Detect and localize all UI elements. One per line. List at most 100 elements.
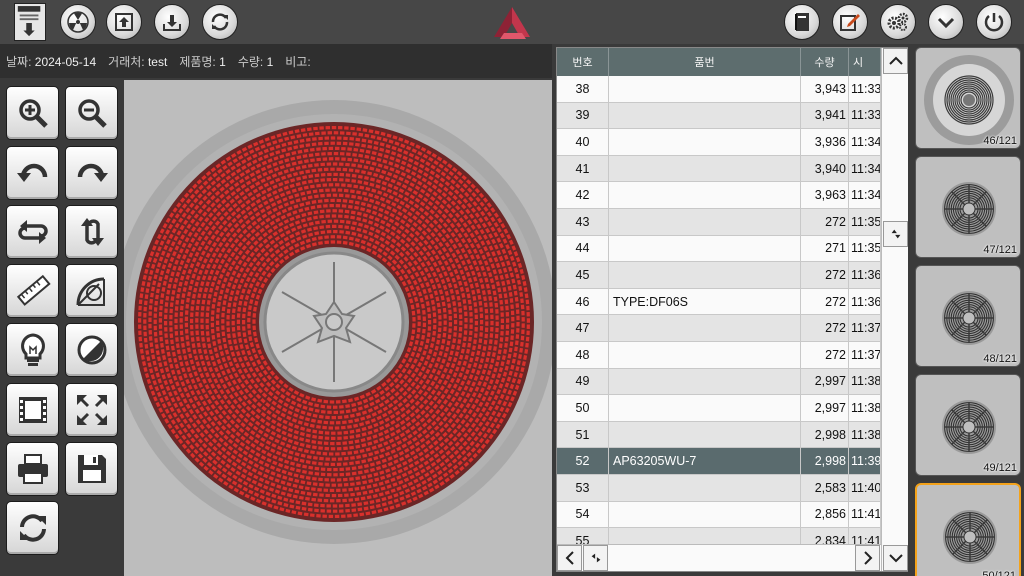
client-value: test xyxy=(147,54,168,69)
scroll-down-icon[interactable] xyxy=(883,545,908,571)
cell-part xyxy=(609,235,801,262)
qty-value: 1 xyxy=(266,54,274,69)
table-row[interactable]: 50 2,997 11:38 xyxy=(557,395,881,422)
header-qty[interactable]: 수량 xyxy=(801,48,849,76)
cell-no: 46 xyxy=(557,288,609,315)
cell-no: 55 xyxy=(557,528,609,544)
cell-no: 49 xyxy=(557,368,609,395)
document-download-icon[interactable] xyxy=(14,3,46,41)
book-icon[interactable] xyxy=(784,4,820,40)
cell-time: 11:37 xyxy=(849,341,881,368)
scroll-up-icon[interactable] xyxy=(883,48,908,74)
flip-vertical-icon[interactable] xyxy=(65,205,118,259)
header-no[interactable]: 번호 xyxy=(557,48,609,76)
scroll-left-icon[interactable] xyxy=(557,545,582,571)
thumbnail-item[interactable]: 50/121 xyxy=(915,483,1021,576)
cell-qty: 2,997 xyxy=(801,368,849,395)
table-row[interactable]: 54 2,856 11:41 xyxy=(557,501,881,529)
cell-qty: 2,834 xyxy=(801,528,849,544)
expand-icon[interactable] xyxy=(65,383,118,437)
edit-icon[interactable] xyxy=(832,4,868,40)
scroll-right-icon[interactable] xyxy=(855,545,880,571)
cell-no: 45 xyxy=(557,262,609,288)
upload-icon[interactable] xyxy=(106,4,142,40)
vertical-scrollbar[interactable] xyxy=(881,48,908,571)
header-part[interactable]: 품번 xyxy=(609,48,801,76)
thumbnail-item[interactable]: 47/121 xyxy=(915,156,1021,258)
cell-qty: 3,941 xyxy=(801,102,849,129)
table-row[interactable]: 44 271 11:35 xyxy=(557,235,881,263)
table-row[interactable]: 39 3,941 11:33 xyxy=(557,102,881,130)
print-icon[interactable] xyxy=(6,442,59,496)
rotate-left-icon[interactable] xyxy=(6,146,59,200)
thumbnail-label: 46/121 xyxy=(983,135,1017,147)
film-icon[interactable] xyxy=(6,383,59,437)
thumbnail-item[interactable]: 48/121 xyxy=(915,265,1021,367)
cell-part xyxy=(609,262,801,288)
h-scroll-thumb-icon[interactable] xyxy=(583,545,608,571)
bulb-icon[interactable] xyxy=(6,323,59,377)
reel-xray-image xyxy=(124,100,552,544)
cell-part xyxy=(609,208,801,235)
refresh-icon[interactable] xyxy=(202,4,238,40)
reload-icon[interactable] xyxy=(6,501,59,555)
cell-no: 48 xyxy=(557,341,609,368)
cell-qty: 272 xyxy=(801,208,849,235)
product-value: 1 xyxy=(219,54,226,69)
chevron-down-icon[interactable] xyxy=(928,4,964,40)
save-icon[interactable] xyxy=(65,442,118,496)
table-row[interactable]: 42 3,963 11:34 xyxy=(557,182,881,209)
cell-part: AP63205WU-7 xyxy=(609,448,801,474)
cell-part xyxy=(609,155,801,182)
table-row[interactable]: 49 2,997 11:38 xyxy=(557,368,881,396)
table-row[interactable]: 47 272 11:37 xyxy=(557,315,881,342)
cell-qty: 2,583 xyxy=(801,474,849,501)
rotate-right-icon[interactable] xyxy=(65,146,118,200)
flip-horizontal-icon[interactable] xyxy=(6,205,59,259)
zoom-out-icon[interactable] xyxy=(65,86,118,140)
scroll-thumb-icon[interactable] xyxy=(883,221,908,247)
thumbnail-label: 49/121 xyxy=(983,462,1017,474)
product-key: 제품명: xyxy=(179,54,216,69)
gears-icon[interactable] xyxy=(880,4,916,40)
contrast-icon[interactable] xyxy=(65,323,118,377)
table-row[interactable]: 45 272 11:36 xyxy=(557,262,881,289)
thumbnail-item[interactable]: 46/121 xyxy=(915,47,1021,149)
xray-image-viewer[interactable] xyxy=(124,80,552,576)
table-row[interactable]: 52 AP63205WU-7 2,998 11:39 xyxy=(557,448,881,475)
cell-no: 40 xyxy=(557,129,609,155)
table-row[interactable]: 38 3,943 11:33 xyxy=(557,76,881,103)
zoom-in-icon[interactable] xyxy=(6,86,59,140)
thumbnail-image xyxy=(943,510,997,564)
radiation-icon[interactable] xyxy=(60,4,96,40)
cell-qty: 272 xyxy=(801,315,849,341)
table-row[interactable]: 40 3,936 11:34 xyxy=(557,129,881,156)
protractor-icon[interactable] xyxy=(65,264,118,318)
table-row[interactable]: 41 3,940 11:34 xyxy=(557,155,881,183)
note-key: 비고: xyxy=(285,54,311,69)
cell-time: 11:34 xyxy=(849,182,881,208)
cell-no: 51 xyxy=(557,421,609,448)
cell-time: 11:41 xyxy=(849,528,881,544)
date-key: 날짜: xyxy=(6,54,32,69)
cell-part xyxy=(609,182,801,208)
table-row[interactable]: 46 TYPE:DF06S 272 11:36 xyxy=(557,288,881,316)
power-icon[interactable] xyxy=(976,4,1012,40)
cell-qty: 272 xyxy=(801,288,849,315)
table-row[interactable]: 53 2,583 11:40 xyxy=(557,474,881,502)
download-icon[interactable] xyxy=(154,4,190,40)
header-time[interactable]: 시 xyxy=(849,48,881,76)
cell-time: 11:37 xyxy=(849,315,881,341)
ruler-icon[interactable] xyxy=(6,264,59,318)
cell-qty: 3,963 xyxy=(801,182,849,208)
table-header: 번호 품번 수량 시 xyxy=(557,48,881,76)
cell-no: 38 xyxy=(557,76,609,102)
table-row[interactable]: 51 2,998 11:38 xyxy=(557,421,881,449)
table-row[interactable]: 55 2,834 11:41 xyxy=(557,528,881,544)
table-row[interactable]: 48 272 11:37 xyxy=(557,341,881,369)
horizontal-scrollbar[interactable] xyxy=(557,544,881,571)
cell-no: 39 xyxy=(557,102,609,129)
thumbnail-item[interactable]: 49/121 xyxy=(915,374,1021,476)
table-row[interactable]: 43 272 11:35 xyxy=(557,208,881,236)
cell-time: 11:35 xyxy=(849,208,881,235)
